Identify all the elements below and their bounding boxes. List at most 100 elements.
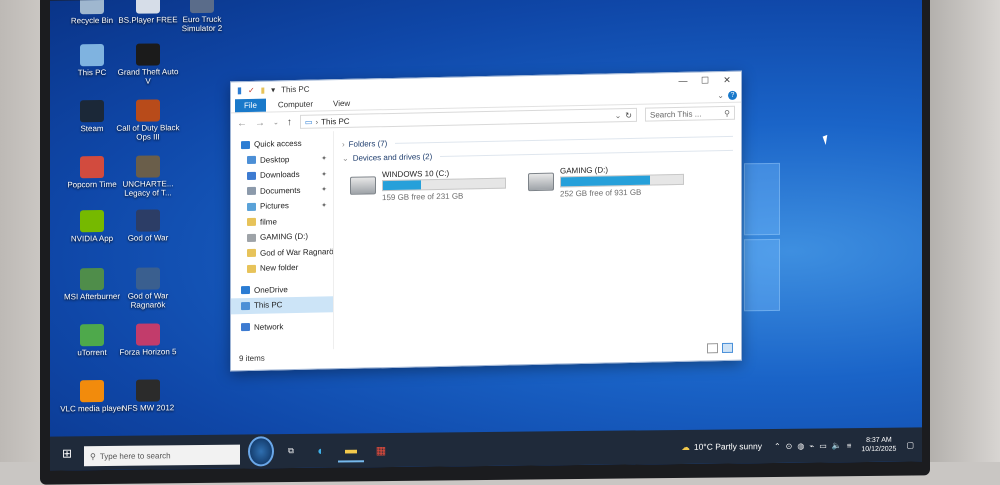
drive-item[interactable]: WINDOWS 10 (C:) 159 GB free of 231 GB bbox=[350, 167, 510, 202]
hard-drive-icon bbox=[350, 176, 376, 195]
folders-group-label: Folders (7) bbox=[348, 138, 388, 149]
hard-drive-icon bbox=[528, 172, 554, 192]
nav-item-label: This PC bbox=[254, 300, 283, 311]
drive-item[interactable]: GAMING (D:) 252 GB free of 931 GB bbox=[528, 164, 688, 199]
desktop-icon[interactable]: Forza Horizon 5 bbox=[116, 323, 180, 357]
network-icon[interactable]: ▭ bbox=[819, 441, 827, 450]
desktop-icon[interactable]: God of War Ragnarök bbox=[116, 267, 180, 310]
close-button[interactable]: ✕ bbox=[719, 74, 735, 85]
chevron-up-icon[interactable]: ⌃ bbox=[774, 441, 781, 450]
desktop-icon-label: Euro Truck Simulator 2 bbox=[181, 14, 223, 34]
cortana-icon[interactable] bbox=[248, 436, 274, 467]
drive-usage-bar bbox=[560, 173, 684, 188]
nav-item-label: filme bbox=[260, 217, 277, 227]
search-input[interactable]: Search This ... ⚲ bbox=[645, 105, 735, 122]
steam-tray-icon[interactable]: ◍ bbox=[797, 441, 804, 450]
store-icon[interactable]: ▦ bbox=[368, 439, 394, 461]
drive-free-space: 159 GB free of 231 GB bbox=[382, 191, 464, 203]
weather-widget[interactable]: ☁ 10°C Partly sunny bbox=[681, 441, 762, 453]
edge-icon[interactable]: ◐ bbox=[308, 440, 334, 462]
start-button[interactable]: ⊞ bbox=[50, 446, 84, 460]
notifications-icon[interactable]: ▢ bbox=[906, 440, 914, 449]
nav-item[interactable]: Network bbox=[231, 318, 333, 336]
app-icon bbox=[136, 323, 160, 346]
desktop-icon-label: God of War bbox=[127, 233, 169, 243]
file-explorer-taskbar-icon[interactable]: ▬ bbox=[338, 438, 364, 463]
desktop-icon[interactable]: uTorrent bbox=[60, 324, 124, 358]
desktop-icon[interactable]: NVIDIA App bbox=[60, 210, 124, 244]
forward-arrow-icon[interactable]: → bbox=[255, 117, 265, 128]
folder-icon bbox=[247, 264, 256, 273]
nav-item[interactable]: This PC bbox=[231, 296, 333, 314]
refresh-icon[interactable]: ↻ bbox=[625, 110, 632, 119]
chevron-down-icon: ⌄ bbox=[342, 153, 349, 163]
large-icons-view-icon[interactable] bbox=[722, 342, 733, 354]
file-explorer-window[interactable]: ▮ ✓ ▮ ▾ This PC — ☐ ✕ File Computer View… bbox=[230, 70, 742, 372]
desktop-icon[interactable]: UNCHARTE... Legacy of T... bbox=[116, 155, 180, 198]
taskbar-search-input[interactable]: ⚲ Type here to search bbox=[84, 444, 240, 467]
details-view-icon[interactable] bbox=[707, 343, 718, 354]
new-folder-icon[interactable]: ▮ bbox=[261, 85, 265, 94]
recent-locations-icon[interactable]: ⌄ bbox=[273, 118, 279, 126]
chevron-right-icon: › bbox=[342, 139, 345, 149]
drive-icon bbox=[247, 233, 256, 242]
desktop-icon[interactable]: Popcorn Time bbox=[60, 156, 124, 190]
desktop-icon[interactable]: God of War bbox=[116, 209, 180, 243]
desktop-icon-label: NVIDIA App bbox=[70, 233, 114, 244]
desktop-icon[interactable]: VLC media player bbox=[60, 380, 124, 414]
tab-view[interactable]: View bbox=[325, 96, 358, 110]
nav-item-label: OneDrive bbox=[254, 284, 288, 295]
app-icon bbox=[136, 43, 160, 66]
desktop-icon[interactable]: This PC bbox=[60, 44, 124, 78]
task-view-icon[interactable]: ⧉ bbox=[278, 440, 304, 462]
nav-item-label: GAMING (D:) bbox=[260, 231, 308, 242]
expand-ribbon-icon[interactable]: ⌄ bbox=[717, 91, 724, 100]
tab-file[interactable]: File bbox=[235, 98, 266, 112]
help-icon[interactable]: ? bbox=[728, 90, 737, 100]
desktop-icon[interactable]: Call of Duty Black Ops III bbox=[116, 99, 180, 142]
desktop-icon[interactable]: Grand Theft Auto V bbox=[116, 43, 180, 86]
cloud-icon bbox=[241, 286, 250, 295]
app-icon bbox=[80, 380, 104, 403]
taskbar-search-placeholder: Type here to search bbox=[99, 450, 171, 461]
volume-icon[interactable]: 🔈 bbox=[832, 441, 842, 450]
folder-icon: ▮ bbox=[237, 84, 242, 95]
desktop-icon-label: Steam bbox=[80, 124, 104, 134]
app-icon bbox=[80, 156, 104, 179]
nvidia-tray-icon[interactable]: ⊙ bbox=[786, 441, 793, 450]
system-tray: ⌃ ⊙ ◍ ⌁ ▭ 🔈 ≡ bbox=[774, 441, 851, 451]
item-count: 9 items bbox=[239, 353, 265, 363]
customize-arrow-icon[interactable]: ▾ bbox=[271, 85, 275, 94]
desktop-icon[interactable]: MSI Afterburner bbox=[60, 268, 124, 302]
desktop-icon-label: This PC bbox=[77, 67, 107, 78]
navigation-pane: Quick access Desktop ✦ Downloads ✦ Documents ✦… bbox=[231, 131, 334, 352]
nav-item[interactable]: New folder bbox=[231, 259, 333, 277]
nav-item-label: Downloads bbox=[260, 170, 300, 180]
app-icon bbox=[80, 100, 104, 123]
desktop-icon[interactable]: NFS MW 2012 bbox=[116, 379, 180, 413]
computer-icon bbox=[241, 301, 250, 310]
pin-icon: ✦ bbox=[321, 186, 327, 194]
desktop-icon[interactable]: Recycle Bin bbox=[60, 0, 124, 25]
desktop-icon[interactable]: Steam bbox=[60, 100, 124, 134]
minimize-button[interactable]: — bbox=[675, 76, 691, 86]
up-arrow-icon[interactable]: ↑ bbox=[287, 117, 292, 128]
folder-icon bbox=[247, 156, 256, 165]
desktop-icons: Recycle Bin BS.Player FREE Euro Truck Simu… bbox=[50, 0, 922, 413]
drives-list: WINDOWS 10 (C:) 159 GB free of 231 GB GAMI… bbox=[342, 157, 733, 203]
folder-icon bbox=[247, 249, 256, 258]
properties-icon[interactable]: ✓ bbox=[248, 85, 255, 94]
usb-tray-icon[interactable]: ⌁ bbox=[809, 441, 814, 450]
back-arrow-icon[interactable]: ← bbox=[237, 118, 247, 129]
window-title: This PC bbox=[281, 84, 310, 94]
app-icon bbox=[80, 210, 104, 233]
desktop-icon-label: MSI Afterburner bbox=[63, 291, 121, 302]
clock[interactable]: 8:37 AM 10/12/2025 bbox=[861, 436, 896, 454]
address-dropdown-icon[interactable]: ⌄ bbox=[615, 111, 622, 120]
app-icon bbox=[136, 99, 160, 122]
desktop-icon[interactable]: Euro Truck Simulator 2 bbox=[170, 0, 234, 33]
pin-icon: ✦ bbox=[321, 155, 327, 163]
language-icon[interactable]: ≡ bbox=[847, 441, 852, 450]
tab-computer[interactable]: Computer bbox=[270, 97, 321, 111]
maximize-button[interactable]: ☐ bbox=[697, 75, 713, 86]
